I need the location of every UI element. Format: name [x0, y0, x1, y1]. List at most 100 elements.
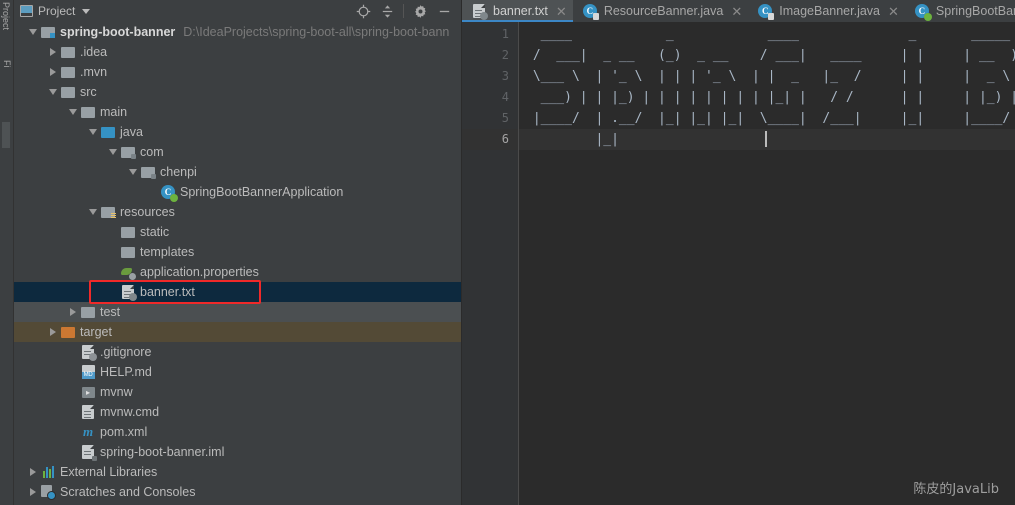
tree-row[interactable]: MD HELP.md — [14, 362, 461, 382]
editor-tab-bar[interactable]: banner.txt ✕ C ResourceBanner.java ✕ C ImageBa… — [462, 0, 1015, 22]
tree-expand-toggle[interactable] — [106, 242, 119, 262]
tree-row[interactable]: test — [14, 302, 461, 322]
tree-row[interactable]: com — [14, 142, 461, 162]
chevron-down-icon[interactable] — [68, 109, 77, 115]
tree-expand-toggle[interactable] — [86, 202, 99, 222]
tree-row[interactable]: main — [14, 102, 461, 122]
locate-icon[interactable] — [352, 1, 374, 21]
editor-tab[interactable]: CSpringBootBann✕ — [905, 0, 1015, 22]
tree-expand-toggle[interactable] — [126, 162, 139, 182]
chevron-down-icon[interactable] — [82, 8, 91, 14]
tree-expand-toggle[interactable] — [106, 222, 119, 242]
chevron-right-icon[interactable] — [69, 308, 76, 316]
collapse-all-icon[interactable] — [376, 1, 398, 21]
chevron-down-icon[interactable] — [108, 149, 117, 155]
tree-row[interactable]: src — [14, 82, 461, 102]
chevron-down-icon[interactable] — [48, 89, 57, 95]
tree-item-label: External Libraries — [60, 465, 158, 479]
editor-tab-label: SpringBootBann — [935, 4, 1015, 18]
tree-expand-toggle[interactable] — [66, 442, 79, 462]
line-number[interactable]: 2 — [462, 45, 518, 66]
tree-expand-toggle[interactable] — [46, 322, 59, 342]
left-tool-strip[interactable]: Project Fi — [0, 0, 14, 505]
left-strip-project-label[interactable]: Project — [1, 2, 11, 30]
tree-row[interactable]: spring-boot-banner D:\IdeaProjects\spring… — [14, 22, 461, 42]
tree-row[interactable]: chenpi — [14, 162, 461, 182]
code-line[interactable]: / ___| _ __ (_) _ __ / ___| ____ | | | _… — [519, 45, 1015, 66]
close-icon[interactable]: ✕ — [731, 5, 742, 18]
tree-row[interactable]: mvnw.cmd — [14, 402, 461, 422]
tree-row[interactable]: .mvn — [14, 62, 461, 82]
chevron-right-icon[interactable] — [29, 488, 36, 496]
tree-expand-toggle[interactable] — [106, 142, 119, 162]
chevron-right-icon[interactable] — [49, 328, 56, 336]
tree-expand-toggle[interactable] — [106, 282, 119, 302]
tree-expand-toggle[interactable] — [66, 342, 79, 362]
tree-expand-toggle[interactable] — [66, 402, 79, 422]
tree-expand-toggle[interactable] — [86, 122, 99, 142]
tree-expand-toggle[interactable] — [46, 82, 59, 102]
close-icon[interactable]: ✕ — [888, 5, 899, 18]
tree-expand-toggle[interactable] — [26, 462, 39, 482]
tree-row[interactable]: resources — [14, 202, 461, 222]
tree-row[interactable]: Scratches and Consoles — [14, 482, 461, 502]
tree-row[interactable]: ▸ mvnw — [14, 382, 461, 402]
editor-tab[interactable]: C ImageBanner.java ✕ — [748, 0, 905, 22]
tree-item-label: templates — [140, 245, 195, 259]
tree-row[interactable]: C SpringBootBannerApplication — [14, 182, 461, 202]
close-icon[interactable]: ✕ — [556, 5, 567, 18]
tree-row[interactable]: target — [14, 322, 461, 342]
left-strip-handle[interactable] — [2, 122, 10, 148]
tree-row[interactable]: templates — [14, 242, 461, 262]
code-line[interactable]: ____ _ ____ _ _____ _ — [519, 24, 1015, 45]
tree-row[interactable]: .idea — [14, 42, 461, 62]
tree-expand-toggle[interactable] — [66, 102, 79, 122]
code-line[interactable]: |_| — [519, 129, 1015, 150]
chevron-down-icon[interactable] — [28, 29, 37, 35]
tree-row[interactable]: spring-boot-banner.iml — [14, 442, 461, 462]
tree-row[interactable]: java — [14, 122, 461, 142]
editor-tab[interactable]: banner.txt ✕ — [462, 0, 573, 22]
tree-expand-toggle[interactable] — [66, 382, 79, 402]
code-line[interactable]: \___ \ | '_ \ | | | '_ \ | | _ |_ / | | … — [519, 66, 1015, 87]
tree-row[interactable]: .gitignore — [14, 342, 461, 362]
line-number[interactable]: 6 — [462, 129, 518, 150]
chevron-down-icon[interactable] — [128, 169, 137, 175]
left-strip-bookmark-label[interactable]: Fi — [2, 60, 12, 68]
line-number[interactable]: 5 — [462, 108, 518, 129]
tree-row[interactable]: External Libraries — [14, 462, 461, 482]
code-line[interactable]: |____/ | .__/ |_| |_| |_| \____| /___| |… — [519, 108, 1015, 129]
tree-expand-toggle[interactable] — [66, 302, 79, 322]
code-content[interactable]: ____ _ ____ _ _____ _ / ___| _ __ (_) _ … — [519, 22, 1015, 505]
tree-row[interactable]: banner.txt — [14, 282, 461, 302]
tree-expand-toggle[interactable] — [46, 62, 59, 82]
tree-expand-toggle[interactable] — [26, 22, 39, 42]
tree-expand-toggle[interactable] — [106, 262, 119, 282]
tree-row[interactable]: static — [14, 222, 461, 242]
tree-expand-toggle[interactable] — [26, 482, 39, 502]
line-number[interactable]: 1 — [462, 24, 518, 45]
panel-title-label: Project — [38, 4, 76, 18]
editor-tab[interactable]: C ResourceBanner.java ✕ — [573, 0, 748, 22]
project-view-selector[interactable]: Project — [16, 3, 94, 19]
chevron-down-icon[interactable] — [88, 209, 97, 215]
text-file-icon — [122, 285, 137, 301]
tree-expand-toggle[interactable] — [66, 422, 79, 442]
chevron-right-icon[interactable] — [29, 468, 36, 476]
gear-icon[interactable] — [409, 1, 431, 21]
line-number-gutter[interactable]: 123456 — [462, 22, 519, 505]
tree-row[interactable]: application.properties — [14, 262, 461, 282]
line-number[interactable]: 3 — [462, 66, 518, 87]
chevron-right-icon[interactable] — [49, 48, 56, 56]
tree-row[interactable]: m pom.xml — [14, 422, 461, 442]
project-tree[interactable]: spring-boot-banner D:\IdeaProjects\spring… — [14, 22, 461, 505]
tree-expand-toggle[interactable] — [46, 42, 59, 62]
line-number[interactable]: 4 — [462, 87, 518, 108]
code-line[interactable]: ___) | | |_) | | | | | | | | |_| | / / |… — [519, 87, 1015, 108]
tree-expand-toggle[interactable] — [66, 362, 79, 382]
scratches-icon — [41, 485, 56, 500]
tree-expand-toggle[interactable] — [146, 182, 159, 202]
chevron-right-icon[interactable] — [49, 68, 56, 76]
chevron-down-icon[interactable] — [88, 129, 97, 135]
minimize-icon[interactable] — [433, 1, 455, 21]
